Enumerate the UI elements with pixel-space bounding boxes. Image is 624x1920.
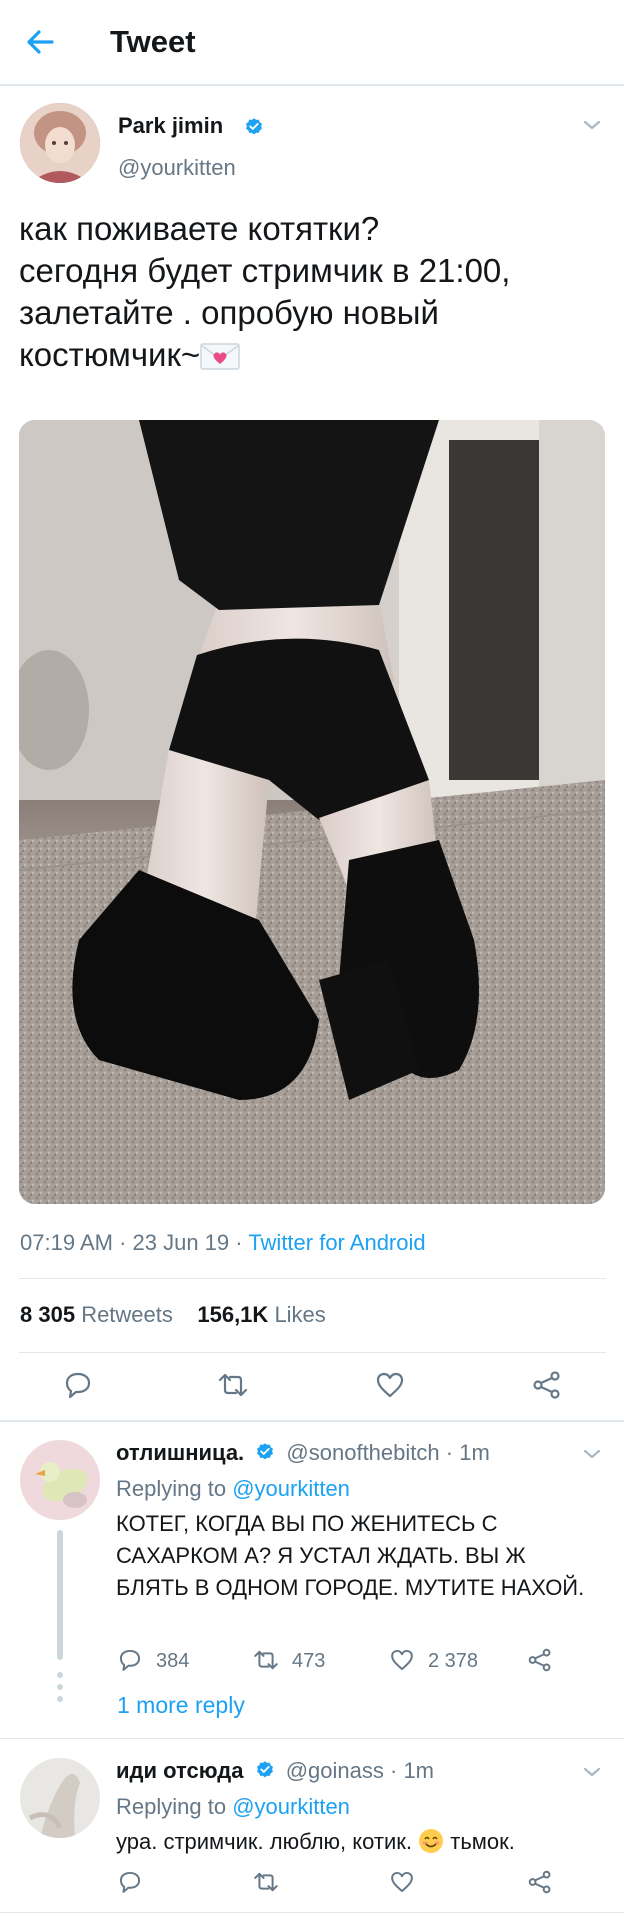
retweet-icon[interactable] [252, 1646, 280, 1674]
page-title: Tweet [110, 24, 196, 59]
tweet-text-line: залетайте . опробую новый [19, 294, 439, 331]
divider [0, 1420, 624, 1422]
chevron-down-icon[interactable] [580, 113, 604, 137]
reply-author-handle[interactable]: @sonofthebitch [286, 1440, 439, 1465]
verified-badge-icon [257, 1443, 273, 1460]
like-icon[interactable] [373, 1368, 407, 1402]
retweet-count: 473 [292, 1650, 326, 1672]
share-icon[interactable] [526, 1646, 554, 1674]
like-icon[interactable] [388, 1646, 416, 1674]
more-replies-link[interactable]: 1 more reply [117, 1692, 245, 1719]
tweet-timestamp: 07:19 AM · 23 Jun 19 · Twitter for Andro… [20, 1230, 426, 1255]
thread-dot [57, 1684, 63, 1690]
tweet-text-line: как поживаете котятки? [19, 210, 380, 247]
like-count: 2 378 [428, 1650, 479, 1672]
replying-to-mention[interactable]: @yourkitten [232, 1794, 350, 1819]
reply-text-fragment: тьмок. [450, 1829, 515, 1854]
reply-count: 384 [156, 1650, 190, 1672]
retweet-icon[interactable] [216, 1368, 250, 1402]
reply-icon[interactable] [61, 1368, 95, 1402]
replying-to-label: Replying to [116, 1794, 227, 1819]
tweet-source-link[interactable]: Twitter for Android [248, 1230, 425, 1255]
author-avatar[interactable] [20, 103, 100, 183]
reply-avatar[interactable] [20, 1440, 100, 1520]
replying-to-label: Replying to [116, 1476, 227, 1501]
reply-text: КОТЕГ, КОГДА ВЫ ПО ЖЕНИТЕСЬ С САХАРКОМ А… [116, 1511, 585, 1600]
divider [19, 1278, 606, 1279]
likes-label[interactable]: Likes [274, 1302, 325, 1327]
replying-to-mention[interactable]: @yourkitten [232, 1476, 350, 1501]
tweet-date: 23 Jun 19 [132, 1230, 230, 1255]
replying-to: Replying to @yourkitten [116, 1794, 350, 1820]
reply-time: 1m [403, 1758, 434, 1783]
tweet-stats: 8 305 Retweets 156,1K Likes [20, 1302, 326, 1328]
chevron-down-icon[interactable] [580, 1442, 604, 1466]
tweet-text: как поживаете котятки? сегодня будет стр… [19, 208, 609, 376]
reply-icon[interactable] [116, 1646, 144, 1674]
tweet-text-fragment: костюмчик~ [19, 336, 201, 373]
divider [0, 1738, 624, 1739]
back-arrow-icon[interactable] [22, 24, 58, 60]
thread-dot [57, 1696, 63, 1702]
likes-count[interactable]: 156,1K [197, 1302, 268, 1327]
reply-time: 1m [459, 1440, 490, 1465]
author-handle[interactable]: @yourkitten [118, 155, 236, 181]
share-icon[interactable] [530, 1368, 564, 1402]
divider [19, 1352, 606, 1353]
reply-text-fragment: ура. стримчик. люблю, котик. [116, 1829, 413, 1854]
author-name[interactable]: Park jimin [118, 113, 223, 139]
replying-to: Replying to @yourkitten [116, 1476, 350, 1502]
tweet-time: 07:19 AM [20, 1230, 113, 1255]
reply-avatar[interactable] [20, 1758, 100, 1838]
verified-badge-icon [246, 118, 262, 135]
verified-badge-icon [257, 1761, 273, 1778]
tweet-text-line: костюмчик~ [19, 334, 609, 376]
tweet-text-line: сегодня будет стримчик в 21:00, [19, 252, 511, 289]
reply-icon[interactable] [116, 1868, 144, 1896]
envelope-heart-emoji [200, 343, 240, 370]
retweet-icon[interactable] [252, 1868, 280, 1896]
thread-dot [57, 1672, 63, 1678]
reply-text: ура. стримчик. люблю, котик. тьмок. [116, 1826, 616, 1858]
retweets-count[interactable]: 8 305 [20, 1302, 75, 1327]
thread-line [57, 1530, 63, 1660]
tweet-photo[interactable] [19, 420, 605, 1204]
reply-author-name[interactable]: иди отсюда [116, 1758, 243, 1783]
reply-header: отлишница. @sonofthebitch · 1m [116, 1440, 490, 1465]
reply-header: иди отсюда @goinass · 1m [116, 1758, 434, 1783]
retweets-label[interactable]: Retweets [81, 1302, 173, 1327]
reply-author-handle[interactable]: @goinass [286, 1758, 384, 1783]
like-icon[interactable] [388, 1868, 416, 1896]
divider [0, 1912, 624, 1913]
chevron-down-icon[interactable] [580, 1760, 604, 1784]
smiling-face-emoji [419, 1829, 444, 1853]
share-icon[interactable] [526, 1868, 554, 1896]
reply-author-name[interactable]: отлишница. [116, 1440, 244, 1465]
top-app-bar: Tweet [0, 0, 624, 86]
